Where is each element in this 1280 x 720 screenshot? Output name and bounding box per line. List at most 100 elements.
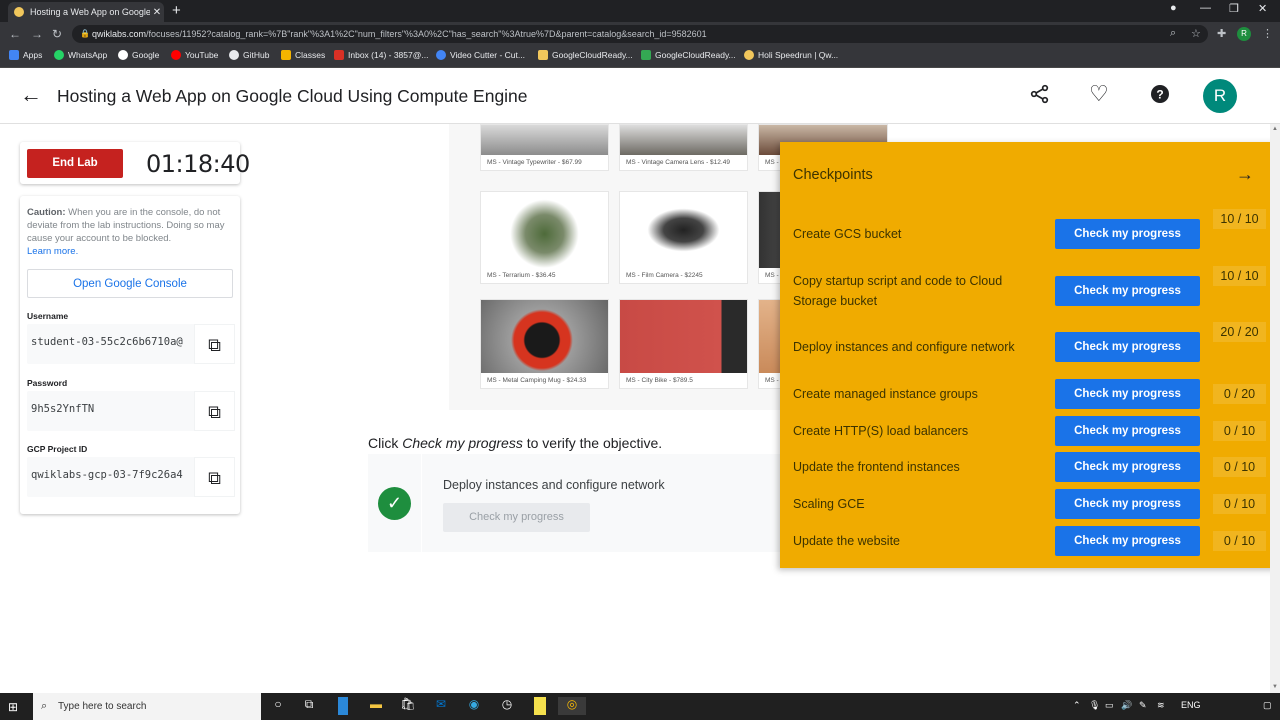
bookmark-googlecloudready-1[interactable]: GoogleCloudReady... (538, 50, 633, 60)
address-bar[interactable]: 🔒 qwiklabs.com/focuses/11952?catalog_ran… (72, 25, 1208, 43)
gmail-icon (334, 50, 344, 60)
apps-grid-icon (9, 50, 19, 60)
username-label: Username (27, 311, 69, 321)
file-explorer-icon[interactable]: ▬ (368, 697, 384, 715)
user-avatar[interactable]: R (1203, 79, 1237, 113)
password-label: Password (27, 378, 68, 388)
checkpoint-label: Scaling GCE (793, 497, 865, 511)
check-progress-button[interactable]: Check my progress (1055, 379, 1200, 409)
sticky-notes-icon[interactable] (534, 697, 546, 715)
check-progress-button[interactable]: Check my progress (1055, 332, 1200, 362)
chrome-icon[interactable]: ◎ (558, 697, 586, 715)
cortana-icon[interactable]: ○ (270, 697, 286, 715)
check-progress-button[interactable]: Check my progress (1055, 489, 1200, 519)
copy-password-icon[interactable]: ⧉ (194, 391, 235, 431)
tray-chevron-icon[interactable]: ⌃ (1073, 700, 1081, 711)
scroll-down-icon[interactable]: ▼ (1272, 684, 1278, 690)
check-progress-button[interactable]: Check my progress (1055, 526, 1200, 556)
bookmark-inbox[interactable]: Inbox (14) - 3857@... (334, 50, 428, 60)
username-field[interactable]: student-03-55c2c6b6710a@ ⧉ (27, 324, 235, 364)
learn-more-link[interactable]: Learn more. (27, 246, 78, 257)
bookmarks-bar: Apps WhatsApp Google YouTube GitHub Clas… (0, 46, 1280, 68)
scroll-up-icon[interactable]: ▲ (1272, 126, 1278, 132)
edge-icon[interactable]: ◉ (466, 697, 482, 715)
browser-menu-icon[interactable]: ⋮ (1262, 27, 1273, 40)
microphone-icon[interactable]: 🎙 (1089, 700, 1100, 711)
reload-icon[interactable]: ↻ (52, 27, 62, 41)
new-tab-icon[interactable]: + (172, 2, 181, 19)
clock-app-icon[interactable]: ◷ (499, 697, 515, 715)
back-icon[interactable]: ← (9, 27, 21, 41)
extensions-icon[interactable]: ✚ (1217, 27, 1226, 40)
bookmark-holi-speedrun[interactable]: Holi Speedrun | Qw... (744, 50, 838, 60)
window-close-icon[interactable]: ✕ (1258, 2, 1267, 15)
minimize-icon[interactable]: — (1200, 2, 1211, 14)
password-field[interactable]: 9h5s2YnfTN ⧉ (27, 391, 235, 431)
bookmark-youtube[interactable]: YouTube (171, 50, 218, 60)
checkpoint-score: 10 / 10 (1213, 266, 1266, 286)
credentials-card: Caution: When you are in the console, do… (20, 196, 240, 514)
page-title: Hosting a Web App on Google Cloud Using … (57, 86, 528, 106)
product-gallery-image: MS - Vintage Typewriter - $67.99 MS - Vi… (449, 124, 888, 410)
bookmark-whatsapp[interactable]: WhatsApp (54, 50, 107, 60)
product-card: MS - Terrarium - $36.45 (480, 191, 609, 284)
check-progress-button[interactable]: Check my progress (1055, 416, 1200, 446)
project-id-field[interactable]: qwiklabs-gcp-03-7f9c26a4 ⧉ (27, 457, 235, 497)
pen-icon[interactable]: ✎ (1139, 700, 1147, 711)
objective-check-progress-button[interactable]: Check my progress (443, 503, 590, 532)
page-scrollbar[interactable] (1270, 124, 1280, 693)
bookmark-video-cutter[interactable]: Video Cutter - Cut... (436, 50, 525, 60)
app-icon[interactable] (338, 697, 348, 715)
objective-title: Deploy instances and configure network (443, 478, 665, 492)
zoom-icon[interactable]: ⌕ (1170, 27, 1176, 40)
check-progress-button[interactable]: Check my progress (1055, 452, 1200, 482)
checkpoint-score: 0 / 10 (1213, 531, 1266, 551)
share-icon[interactable] (1030, 84, 1050, 110)
url-path: /focuses/11952?catalog_rank=%7B"rank"%3A… (146, 29, 707, 39)
password-value: 9h5s2YnfTN (31, 403, 95, 415)
mail-icon[interactable]: ✉ (433, 697, 449, 715)
windows-start-icon[interactable]: ⊞ (8, 700, 18, 714)
tab-close-icon[interactable]: ✕ (150, 7, 164, 18)
restore-icon[interactable]: ❐ (1229, 2, 1239, 15)
product-card: MS - City Bike - $789.5 (619, 299, 748, 389)
forward-icon[interactable]: → (31, 27, 43, 41)
media-control-icon[interactable]: ● (1170, 2, 1177, 14)
bookmark-github[interactable]: GitHub (229, 50, 269, 60)
close-panel-arrow-icon[interactable]: → (1236, 164, 1254, 185)
qwiklabs-icon (744, 50, 754, 60)
check-progress-button[interactable]: Check my progress (1055, 276, 1200, 306)
copy-username-icon[interactable]: ⧉ (194, 324, 235, 364)
checkpoint-score: 0 / 10 (1213, 421, 1266, 441)
browser-tab-strip: Hosting a Web App on Google C ✕ + ● — ❐ … (0, 0, 1280, 22)
check-progress-button[interactable]: Check my progress (1055, 219, 1200, 249)
bookmark-star-icon[interactable]: ☆ (1191, 27, 1201, 40)
product-card: MS - Vintage Typewriter - $67.99 (480, 124, 609, 171)
copy-project-id-icon[interactable]: ⧉ (194, 457, 235, 497)
bookmark-apps[interactable]: Apps (9, 50, 42, 60)
project-id-label: GCP Project ID (27, 444, 88, 454)
volume-icon[interactable]: 🔊 (1121, 700, 1132, 711)
language-indicator[interactable]: ENG (1181, 700, 1201, 710)
battery-icon[interactable]: ▭ (1105, 700, 1114, 711)
notification-icon[interactable]: ▢ (1263, 700, 1272, 711)
favorite-heart-icon[interactable]: ♡ (1089, 81, 1109, 107)
store-icon[interactable]: 🛍 (400, 697, 416, 715)
bookmark-googlecloudready-2[interactable]: GoogleCloudReady... (641, 50, 736, 60)
task-view-icon[interactable]: ⧉ (301, 697, 317, 715)
bookmark-classes[interactable]: Classes (281, 50, 325, 60)
objective-check-box: ✓ Deploy instances and configure network… (368, 454, 788, 552)
browser-tab[interactable]: Hosting a Web App on Google C ✕ (8, 2, 164, 22)
classroom-icon (281, 50, 291, 60)
taskbar-search-box[interactable]: ⌕ Type here to search (33, 693, 261, 720)
checkpoint-label: Deploy instances and configure network (793, 340, 1015, 354)
wifi-icon[interactable]: ≋ (1157, 700, 1165, 711)
profile-avatar[interactable]: R (1237, 27, 1251, 41)
end-lab-button[interactable]: End Lab (27, 149, 123, 178)
help-icon[interactable]: ? (1150, 84, 1170, 110)
whatsapp-icon (54, 50, 64, 60)
open-google-console-button[interactable]: Open Google Console (27, 269, 233, 298)
bookmark-google[interactable]: Google (118, 50, 159, 60)
lab-timer-card: End Lab 01:18:40 (20, 142, 250, 184)
back-arrow-icon[interactable]: ← (20, 82, 42, 108)
